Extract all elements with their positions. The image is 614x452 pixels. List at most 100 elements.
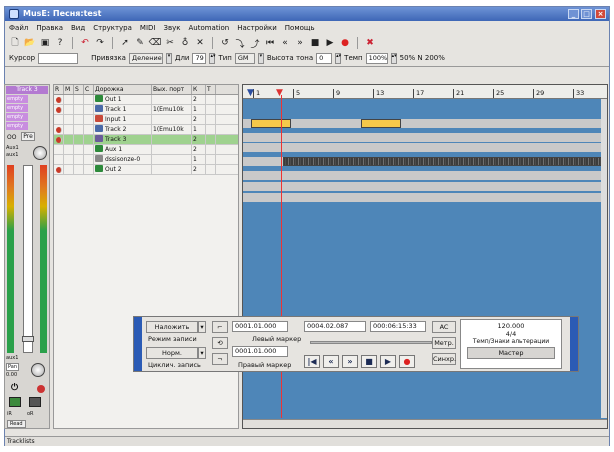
automation-read-button[interactable]: Read <box>7 420 26 428</box>
track-name-cell[interactable]: Out 1 <box>94 95 152 104</box>
mute-tool-icon[interactable]: ✕ <box>194 37 206 49</box>
track-row[interactable]: Track 1 1(Emu10k 1 <box>54 105 238 115</box>
pan-knob[interactable] <box>31 363 45 377</box>
mute-cell[interactable] <box>64 165 74 174</box>
record-cell[interactable] <box>54 145 64 154</box>
punch-out-button[interactable]: ¬ <box>212 353 228 365</box>
output-port-cell[interactable] <box>152 95 192 104</box>
norm-select[interactable]: Норм. <box>146 347 198 359</box>
solo-cell[interactable] <box>74 115 84 124</box>
track-row[interactable]: Out 2 2 <box>54 165 238 175</box>
solo-cell[interactable] <box>74 145 84 154</box>
solo-cell[interactable] <box>74 155 84 164</box>
type-cell[interactable] <box>206 135 216 144</box>
solo-cell[interactable] <box>74 125 84 134</box>
lane-track-1[interactable] <box>243 119 607 128</box>
sync-button[interactable]: Синхр. <box>432 353 456 365</box>
open-file-icon[interactable]: 📂 <box>24 37 36 49</box>
solo-cell[interactable] <box>74 105 84 114</box>
route-slot[interactable]: empty <box>6 95 28 103</box>
type-cell[interactable] <box>206 115 216 124</box>
overdub-dropdown-icon[interactable]: ▾ <box>198 321 206 333</box>
col-channel[interactable]: К <box>192 85 206 94</box>
overdub-select[interactable]: Наложить <box>146 321 198 333</box>
output-port-cell[interactable]: 1(Emu10k <box>152 125 192 134</box>
panic-icon[interactable]: ✖ <box>364 37 376 49</box>
channel-cell[interactable]: 2 <box>192 165 206 174</box>
rewind-start-icon[interactable]: ⏮ <box>264 37 276 49</box>
position-slider[interactable] <box>310 341 432 344</box>
cursor-field[interactable] <box>38 52 79 64</box>
col-solo[interactable]: S <box>74 85 84 94</box>
new-file-icon[interactable]: 🗋 <box>9 37 21 49</box>
route-slot[interactable]: empty <box>6 104 28 112</box>
stop-button[interactable]: ■ <box>361 355 377 368</box>
record-cell[interactable] <box>54 155 64 164</box>
lane-out-2[interactable] <box>243 193 607 202</box>
col-type[interactable]: T <box>206 85 216 94</box>
menu-audio[interactable]: Звук <box>163 24 180 32</box>
lane-aux[interactable] <box>243 171 607 180</box>
type-cell[interactable] <box>206 95 216 104</box>
col-class[interactable]: C <box>84 85 94 94</box>
power-icon[interactable]: ⏻ <box>11 383 18 393</box>
tempo-value[interactable]: 120.000 <box>461 322 561 330</box>
loop-button[interactable]: ⟲ <box>212 337 228 349</box>
play-button[interactable]: ▶ <box>380 355 396 368</box>
stop-icon[interactable]: ■ <box>309 37 321 49</box>
record-cell[interactable] <box>54 115 64 124</box>
pointer-tool-icon[interactable]: ➚ <box>119 37 131 49</box>
type-cell[interactable] <box>206 145 216 154</box>
solo-button[interactable] <box>29 397 41 407</box>
punch-in-button[interactable]: ⌐ <box>212 321 228 333</box>
fader-handle[interactable] <box>22 336 34 342</box>
song-position-field[interactable]: 0004.02.087 <box>304 321 366 332</box>
menu-view[interactable]: Вид <box>71 24 85 32</box>
menu-settings[interactable]: Настройки <box>237 24 277 32</box>
class-cell[interactable] <box>84 135 94 144</box>
track-name-cell[interactable]: Input 1 <box>94 115 152 124</box>
class-cell[interactable] <box>84 115 94 124</box>
close-button[interactable]: × <box>595 9 606 19</box>
maximize-button[interactable]: □ <box>581 9 592 19</box>
pre-button[interactable]: Pre <box>21 132 35 141</box>
output-port-cell[interactable] <box>152 145 192 154</box>
punch-in-icon[interactable]: ⤵ <box>234 37 246 50</box>
lane-track-2[interactable] <box>243 143 607 152</box>
track-row[interactable]: Input 1 2 <box>54 115 238 125</box>
aux-knob[interactable] <box>33 146 47 160</box>
horizontal-scrollbar[interactable] <box>243 419 607 428</box>
midi-part[interactable] <box>361 119 401 128</box>
record-arm-icon[interactable] <box>56 167 62 173</box>
audio-part-waveform[interactable] <box>283 157 603 166</box>
save-file-icon[interactable]: ▣ <box>39 37 51 49</box>
track-name-cell[interactable]: Track 2 <box>94 125 152 134</box>
left-marker-field[interactable]: 0001.01.000 <box>232 346 288 357</box>
track-name-cell[interactable]: Track 3 <box>94 135 152 144</box>
menu-file[interactable]: Файл <box>9 24 28 32</box>
track-row[interactable]: Track 3 2 <box>54 135 238 145</box>
tempo-spin-icon[interactable]: ▴▾ <box>390 52 397 64</box>
type-select[interactable]: GM <box>234 52 255 64</box>
mute-cell[interactable] <box>64 95 74 104</box>
record-cell[interactable] <box>54 105 64 114</box>
type-cell[interactable] <box>206 155 216 164</box>
rewind-button[interactable]: « <box>323 355 339 368</box>
track-name-cell[interactable]: Out 2 <box>94 165 152 174</box>
route-slot[interactable]: empty <box>6 122 28 130</box>
cut-tool-icon[interactable]: ✂ <box>164 37 176 49</box>
col-output-port[interactable]: Вых. порт <box>152 85 192 94</box>
master-button[interactable]: Мастер <box>467 347 555 359</box>
lane-input[interactable] <box>243 133 607 142</box>
pitch-spin-icon[interactable]: ▴▾ <box>335 52 341 64</box>
punch-out-icon[interactable]: ⤴ <box>249 37 261 50</box>
col-mute[interactable]: M <box>64 85 74 94</box>
channel-cell[interactable]: 2 <box>192 115 206 124</box>
record-arm-icon[interactable] <box>56 137 62 143</box>
rewind-icon[interactable]: « <box>279 37 291 49</box>
time-field[interactable]: 000:06:15:33 <box>370 321 426 332</box>
metronome-button[interactable]: Метр. <box>432 337 456 349</box>
channel-cell[interactable]: 1 <box>192 125 206 134</box>
mute-cell[interactable] <box>64 135 74 144</box>
record-button[interactable]: ● <box>399 355 415 368</box>
